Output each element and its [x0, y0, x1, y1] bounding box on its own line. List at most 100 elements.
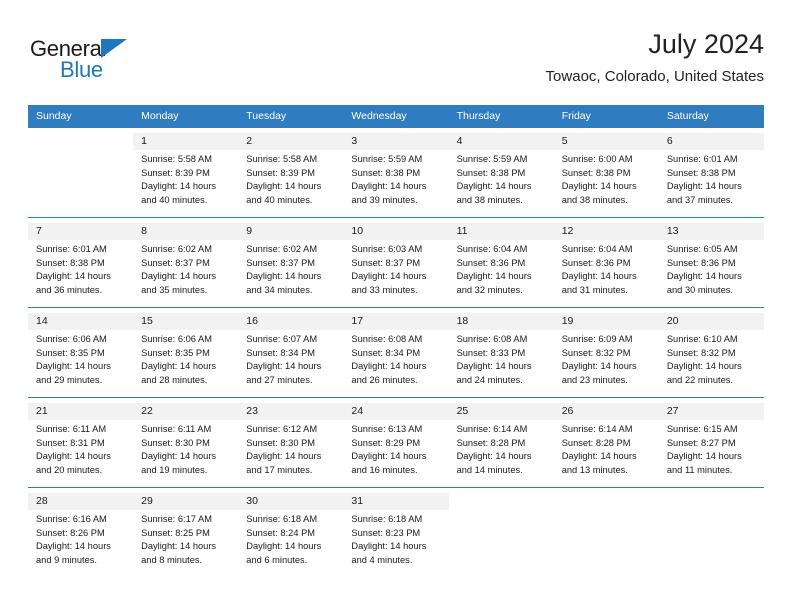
- day-number: 16: [238, 313, 344, 330]
- calendar-day-cell[interactable]: 16 Sunrise: 6:07 AM Sunset: 8:34 PM Dayligh…: [238, 313, 344, 398]
- calendar-day-cell[interactable]: 26 Sunrise: 6:14 AM Sunset: 8:28 PM Dayligh…: [553, 403, 659, 488]
- day-sun-info: Sunrise: 5:59 AM Sunset: 8:38 PM Daylight:…: [343, 150, 448, 207]
- sunset-text: Sunset: 8:34 PM: [246, 347, 316, 358]
- daylight-text-line1: Daylight: 14 hours: [561, 181, 637, 191]
- daylight-text-line2: and 22 minutes.: [666, 374, 733, 385]
- calendar-day-cell[interactable]: 24 Sunrise: 6:13 AM Sunset: 8:29 PM Dayligh…: [343, 403, 449, 488]
- day-number: [448, 493, 554, 510]
- sunset-text: Sunset: 8:33 PM: [456, 347, 526, 358]
- calendar-day-cell[interactable]: 21 Sunrise: 6:11 AM Sunset: 8:31 PM Dayligh…: [28, 403, 134, 488]
- day-number: 26: [553, 403, 659, 420]
- sunrise-text: Sunrise: 6:14 AM: [561, 424, 633, 434]
- sunset-text: Sunset: 8:29 PM: [351, 437, 421, 448]
- calendar-day-cell[interactable]: 14 Sunrise: 6:06 AM Sunset: 8:35 PM Dayligh…: [28, 313, 134, 398]
- calendar-day-cell[interactable]: 3 Sunrise: 5:59 AM Sunset: 8:38 PM Daylight…: [343, 133, 449, 218]
- calendar-day-cell-empty: [448, 493, 554, 577]
- calendar-day-cell[interactable]: 2 Sunrise: 5:58 AM Sunset: 8:39 PM Daylight…: [238, 133, 344, 218]
- daylight-text-line1: Daylight: 14 hours: [141, 541, 217, 551]
- day-sun-info: Sunrise: 6:11 AM Sunset: 8:31 PM Daylight:…: [28, 420, 133, 477]
- calendar-day-cell[interactable]: 22 Sunrise: 6:11 AM Sunset: 8:30 PM Dayligh…: [133, 403, 239, 488]
- title-block: July 2024 Towaoc, Colorado, United State…: [546, 28, 764, 88]
- sunrise-text: Sunrise: 6:05 AM: [666, 244, 738, 254]
- daylight-text-line2: and 33 minutes.: [351, 284, 418, 295]
- daylight-text-line1: Daylight: 14 hours: [456, 361, 532, 371]
- calendar-day-cell[interactable]: 12 Sunrise: 6:04 AM Sunset: 8:36 PM Dayligh…: [553, 223, 659, 308]
- sunset-text: Sunset: 8:30 PM: [246, 437, 316, 448]
- day-number: 18: [448, 313, 554, 330]
- daylight-text-line1: Daylight: 14 hours: [351, 451, 427, 461]
- sunrise-text: Sunrise: 5:58 AM: [246, 154, 318, 164]
- calendar-day-cell[interactable]: 30 Sunrise: 6:18 AM Sunset: 8:24 PM Dayligh…: [238, 493, 344, 577]
- calendar-day-cell[interactable]: 23 Sunrise: 6:12 AM Sunset: 8:30 PM Dayligh…: [238, 403, 344, 488]
- calendar-day-cell[interactable]: 17 Sunrise: 6:08 AM Sunset: 8:34 PM Dayligh…: [343, 313, 449, 398]
- day-number: 21: [28, 403, 134, 420]
- day-number: 28: [28, 493, 134, 510]
- calendar-day-cell[interactable]: 1 Sunrise: 5:58 AM Sunset: 8:39 PM Daylight…: [133, 133, 239, 218]
- sunrise-text: Sunrise: 6:03 AM: [351, 244, 423, 254]
- daylight-text-line2: and 30 minutes.: [666, 284, 733, 295]
- calendar-day-cell[interactable]: 25 Sunrise: 6:14 AM Sunset: 8:28 PM Dayligh…: [448, 403, 554, 488]
- logo-triangle-icon: [101, 39, 127, 58]
- day-number: 24: [343, 403, 449, 420]
- sunset-text: Sunset: 8:32 PM: [561, 347, 631, 358]
- daylight-text-line1: Daylight: 14 hours: [351, 181, 427, 191]
- calendar-day-cell[interactable]: 6 Sunrise: 6:01 AM Sunset: 8:38 PM Daylight…: [658, 133, 764, 218]
- calendar-day-cell[interactable]: 28 Sunrise: 6:16 AM Sunset: 8:26 PM Dayligh…: [28, 493, 134, 577]
- sunrise-text: Sunrise: 5:59 AM: [351, 154, 423, 164]
- day-sun-info: Sunrise: 6:02 AM Sunset: 8:37 PM Daylight:…: [238, 240, 343, 297]
- weekday-header-saturday: Saturday: [658, 105, 764, 128]
- day-number: 5: [553, 133, 659, 150]
- day-number: 25: [448, 403, 554, 420]
- calendar-day-cell[interactable]: 15 Sunrise: 6:06 AM Sunset: 8:35 PM Dayligh…: [133, 313, 239, 398]
- day-number: 1: [133, 133, 239, 150]
- day-sun-info: Sunrise: 6:08 AM Sunset: 8:34 PM Daylight:…: [343, 330, 448, 387]
- day-sun-info: Sunrise: 6:01 AM Sunset: 8:38 PM Daylight:…: [659, 150, 764, 207]
- day-number: 15: [133, 313, 239, 330]
- day-number: 2: [238, 133, 344, 150]
- daylight-text-line1: Daylight: 14 hours: [351, 271, 427, 281]
- day-number: 20: [658, 313, 764, 330]
- daylight-text-line2: and 8 minutes.: [141, 554, 203, 565]
- calendar-day-cell[interactable]: 13 Sunrise: 6:05 AM Sunset: 8:36 PM Dayligh…: [658, 223, 764, 308]
- sunrise-text: Sunrise: 6:18 AM: [246, 514, 318, 524]
- sunrise-text: Sunrise: 6:06 AM: [36, 334, 107, 344]
- daylight-text-line1: Daylight: 14 hours: [246, 451, 322, 461]
- day-number: 31: [343, 493, 449, 510]
- daylight-text-line2: and 40 minutes.: [246, 194, 313, 205]
- calendar-day-cell[interactable]: 27 Sunrise: 6:15 AM Sunset: 8:27 PM Dayligh…: [658, 403, 764, 488]
- day-sun-info: Sunrise: 6:11 AM Sunset: 8:30 PM Daylight:…: [133, 420, 238, 477]
- calendar-day-cell[interactable]: 10 Sunrise: 6:03 AM Sunset: 8:37 PM Dayligh…: [343, 223, 449, 308]
- sunrise-text: Sunrise: 6:15 AM: [666, 424, 738, 434]
- calendar-day-cell[interactable]: 9 Sunrise: 6:02 AM Sunset: 8:37 PM Daylight…: [238, 223, 344, 308]
- daylight-text-line1: Daylight: 14 hours: [141, 271, 217, 281]
- logo-text-blue: Blue: [60, 57, 103, 82]
- calendar-day-cell[interactable]: 7 Sunrise: 6:01 AM Sunset: 8:38 PM Daylight…: [28, 223, 134, 308]
- calendar-day-cell[interactable]: 8 Sunrise: 6:02 AM Sunset: 8:37 PM Daylight…: [133, 223, 239, 308]
- daylight-text-line2: and 6 minutes.: [246, 554, 308, 565]
- day-number: 9: [238, 223, 344, 240]
- calendar-grid: Sunday Monday Tuesday Wednesday Thursday…: [28, 105, 764, 577]
- sunrise-text: Sunrise: 6:18 AM: [351, 514, 423, 524]
- sunset-text: Sunset: 8:30 PM: [141, 437, 210, 448]
- calendar-day-cell[interactable]: 19 Sunrise: 6:09 AM Sunset: 8:32 PM Dayligh…: [553, 313, 659, 398]
- daylight-text-line1: Daylight: 14 hours: [141, 451, 217, 461]
- day-sun-info: Sunrise: 6:17 AM Sunset: 8:25 PM Daylight:…: [133, 510, 238, 567]
- calendar-day-cell[interactable]: 18 Sunrise: 6:08 AM Sunset: 8:33 PM Dayligh…: [448, 313, 554, 398]
- calendar-day-cell[interactable]: 11 Sunrise: 6:04 AM Sunset: 8:36 PM Dayligh…: [448, 223, 554, 308]
- sunrise-text: Sunrise: 6:10 AM: [666, 334, 738, 344]
- day-number: 7: [28, 223, 134, 240]
- daylight-text-line2: and 11 minutes.: [666, 464, 733, 475]
- daylight-text-line2: and 17 minutes.: [246, 464, 313, 475]
- day-number: 6: [658, 133, 764, 150]
- calendar-day-cell[interactable]: 29 Sunrise: 6:17 AM Sunset: 8:25 PM Dayligh…: [133, 493, 239, 577]
- calendar-day-cell[interactable]: 4 Sunrise: 5:59 AM Sunset: 8:38 PM Daylight…: [448, 133, 554, 218]
- sunset-text: Sunset: 8:23 PM: [351, 527, 421, 538]
- daylight-text-line1: Daylight: 14 hours: [561, 451, 637, 461]
- daylight-text-line1: Daylight: 14 hours: [666, 271, 742, 281]
- day-number: 23: [238, 403, 344, 420]
- calendar-day-cell[interactable]: 20 Sunrise: 6:10 AM Sunset: 8:32 PM Dayligh…: [658, 313, 764, 398]
- calendar-day-cell[interactable]: 5 Sunrise: 6:00 AM Sunset: 8:38 PM Daylight…: [553, 133, 659, 218]
- sunset-text: Sunset: 8:38 PM: [36, 257, 105, 268]
- calendar-day-cell[interactable]: 31 Sunrise: 6:18 AM Sunset: 8:23 PM Dayligh…: [343, 493, 449, 577]
- sunrise-text: Sunrise: 6:00 AM: [561, 154, 633, 164]
